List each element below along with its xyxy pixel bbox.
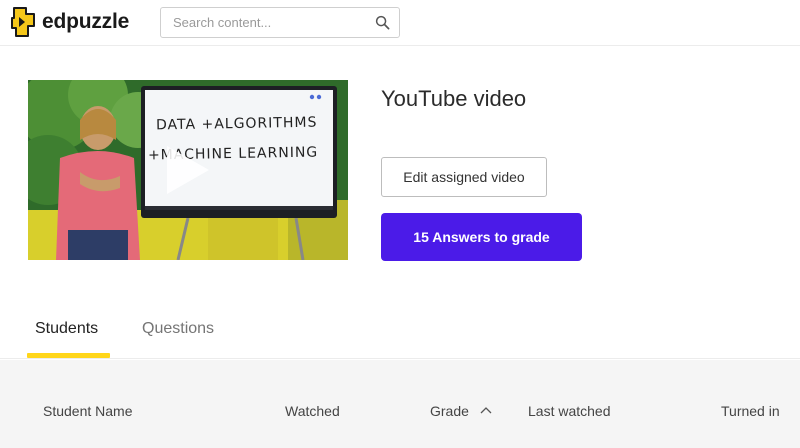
play-icon[interactable] bbox=[163, 142, 213, 198]
search-icon[interactable] bbox=[375, 15, 390, 30]
whiteboard-text-line-1: DATA +ALGORITHMS bbox=[155, 114, 318, 134]
search-box bbox=[160, 7, 400, 38]
column-header-grade[interactable]: Grade bbox=[430, 403, 469, 419]
video-title: YouTube video bbox=[381, 86, 527, 111]
tab-questions[interactable]: Questions bbox=[142, 320, 214, 338]
tab-students[interactable]: Students bbox=[35, 320, 98, 338]
column-header-student-name[interactable]: Student Name bbox=[43, 403, 133, 419]
video-thumbnail[interactable]: DATA +ALGORITHMS +MACHINE LEARNING bbox=[28, 80, 348, 260]
column-header-watched[interactable]: Watched bbox=[285, 403, 340, 419]
edpuzzle-logo[interactable]: edpuzzle bbox=[10, 6, 129, 38]
column-header-last-watched[interactable]: Last watched bbox=[528, 403, 611, 419]
logo-text: edpuzzle bbox=[42, 10, 130, 33]
top-bar: edpuzzle bbox=[0, 0, 800, 46]
column-header-turned-in[interactable]: Turned in bbox=[721, 403, 780, 419]
active-tab-indicator bbox=[27, 353, 110, 358]
sort-ascending-icon[interactable] bbox=[480, 406, 492, 414]
search-input[interactable] bbox=[161, 8, 371, 37]
answers-to-grade-button[interactable]: 15 Answers to grade bbox=[381, 213, 582, 261]
tab-bar: Students Questions bbox=[0, 306, 800, 359]
edpuzzle-logo-icon bbox=[11, 7, 35, 37]
students-table-header: Student Name Watched Grade Last watched … bbox=[0, 360, 800, 448]
edit-assigned-video-button[interactable]: Edit assigned video bbox=[381, 157, 547, 197]
